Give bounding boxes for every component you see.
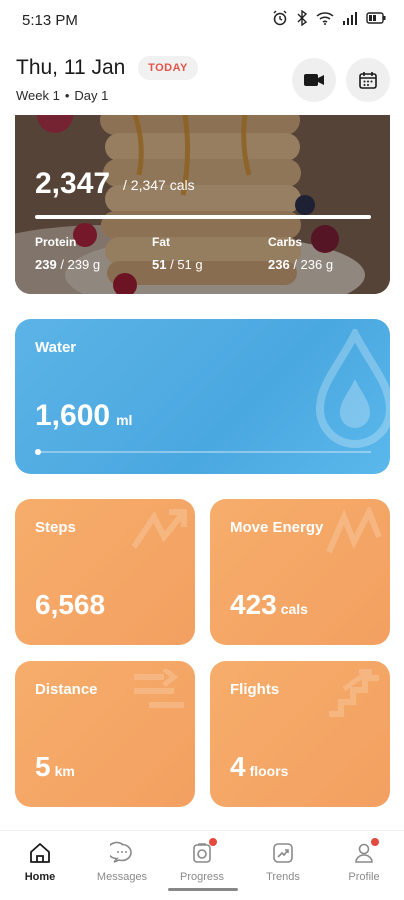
bluetooth-icon xyxy=(297,10,308,26)
status-icons xyxy=(272,10,386,26)
energy-icon xyxy=(326,507,382,554)
stairs-icon xyxy=(329,669,379,717)
stat-title: Flights xyxy=(230,681,280,698)
chat-icon xyxy=(106,841,134,865)
trends-icon xyxy=(271,841,295,865)
stat-title: Move Energy xyxy=(230,519,324,536)
distance-icon xyxy=(134,669,184,708)
home-indicator xyxy=(168,888,238,891)
day-label: Day 1 xyxy=(74,88,109,103)
nav-item-progress[interactable]: Progress xyxy=(167,838,237,883)
battery-icon xyxy=(366,12,386,24)
week-day-label: Week 1 • Day 1 xyxy=(16,88,108,103)
stat-title: Steps xyxy=(35,519,76,536)
stat-value: 423 cals xyxy=(230,589,308,620)
signal-icon xyxy=(343,12,357,25)
macro-label: Protein xyxy=(35,235,77,249)
calories-progress-bar xyxy=(35,215,371,219)
page-title: Thu, 11 Jan xyxy=(16,56,126,79)
day-header: Thu, 11 Jan TODAY Week 1 • Day 1 xyxy=(0,50,404,110)
wifi-icon xyxy=(316,12,334,25)
nav-label: Profile xyxy=(348,871,380,883)
distance-card[interactable]: Distance 5 km xyxy=(15,661,195,807)
water-card[interactable]: Water 1,600 ml xyxy=(15,319,390,474)
calories-consumed: 2,347 xyxy=(35,167,111,200)
profile-icon xyxy=(352,838,379,865)
nav-label: Home xyxy=(24,871,56,883)
water-progress-knob[interactable] xyxy=(35,449,41,455)
stat-value: 5 km xyxy=(35,751,75,782)
nav-item-messages[interactable]: Messages xyxy=(87,841,157,883)
stat-unit: cals xyxy=(280,601,308,617)
water-unit: ml xyxy=(116,412,133,428)
calories-target: / 2,347 cals xyxy=(123,177,195,193)
nav-item-profile[interactable]: Profile xyxy=(329,838,399,883)
macro-carbs: Carbs 236 / 236 g xyxy=(268,235,333,272)
flights-card[interactable]: Flights 4 floors xyxy=(210,661,390,807)
notification-badge xyxy=(371,838,379,846)
water-title: Water xyxy=(35,339,77,356)
move-energy-card[interactable]: Move Energy 423 cals xyxy=(210,499,390,645)
week-label: Week 1 xyxy=(16,88,60,103)
stat-unit: floors xyxy=(249,763,289,779)
water-drop-icon xyxy=(315,329,390,448)
macro-value: 236 / 236 g xyxy=(268,257,334,272)
stat-unit: km xyxy=(54,763,75,779)
macro-value: 239 / 239 g xyxy=(35,257,101,272)
progress-icon xyxy=(190,838,217,865)
status-time: 5:13 PM xyxy=(22,12,78,29)
macro-label: Carbs xyxy=(268,235,303,249)
nav-label: Trends xyxy=(266,871,300,883)
video-button[interactable] xyxy=(292,58,336,102)
nav-item-home[interactable]: Home xyxy=(5,841,75,883)
nav-label: Messages xyxy=(96,871,148,883)
water-progress-track xyxy=(35,451,371,453)
status-bar: 5:13 PM xyxy=(0,0,404,40)
stat-title: Distance xyxy=(35,681,98,698)
macro-value: 51 / 51 g xyxy=(152,257,203,272)
today-badge[interactable]: TODAY xyxy=(138,56,198,80)
separator-dot: • xyxy=(64,88,70,103)
video-camera-icon xyxy=(304,74,324,86)
stat-value: 4 floors xyxy=(230,751,289,782)
nav-label: Progress xyxy=(179,871,225,883)
home-icon xyxy=(28,841,52,865)
nutrition-card[interactable]: 2,347 / 2,347 cals Protein 239 / 239 g F… xyxy=(15,115,390,294)
steps-card[interactable]: Steps 6,568 xyxy=(15,499,195,645)
alarm-icon xyxy=(273,10,287,26)
calendar-button[interactable] xyxy=(346,58,390,102)
macro-fat: Fat 51 / 51 g xyxy=(152,235,203,272)
notification-badge xyxy=(209,838,217,846)
stat-value: 6,568 xyxy=(35,589,106,620)
steps-icon xyxy=(131,509,187,549)
macro-protein: Protein 239 / 239 g xyxy=(35,235,100,272)
water-value: 1,600 ml xyxy=(35,399,133,432)
macro-label: Fat xyxy=(152,235,170,249)
nav-item-trends[interactable]: Trends xyxy=(248,841,318,883)
calendar-icon xyxy=(359,72,377,89)
